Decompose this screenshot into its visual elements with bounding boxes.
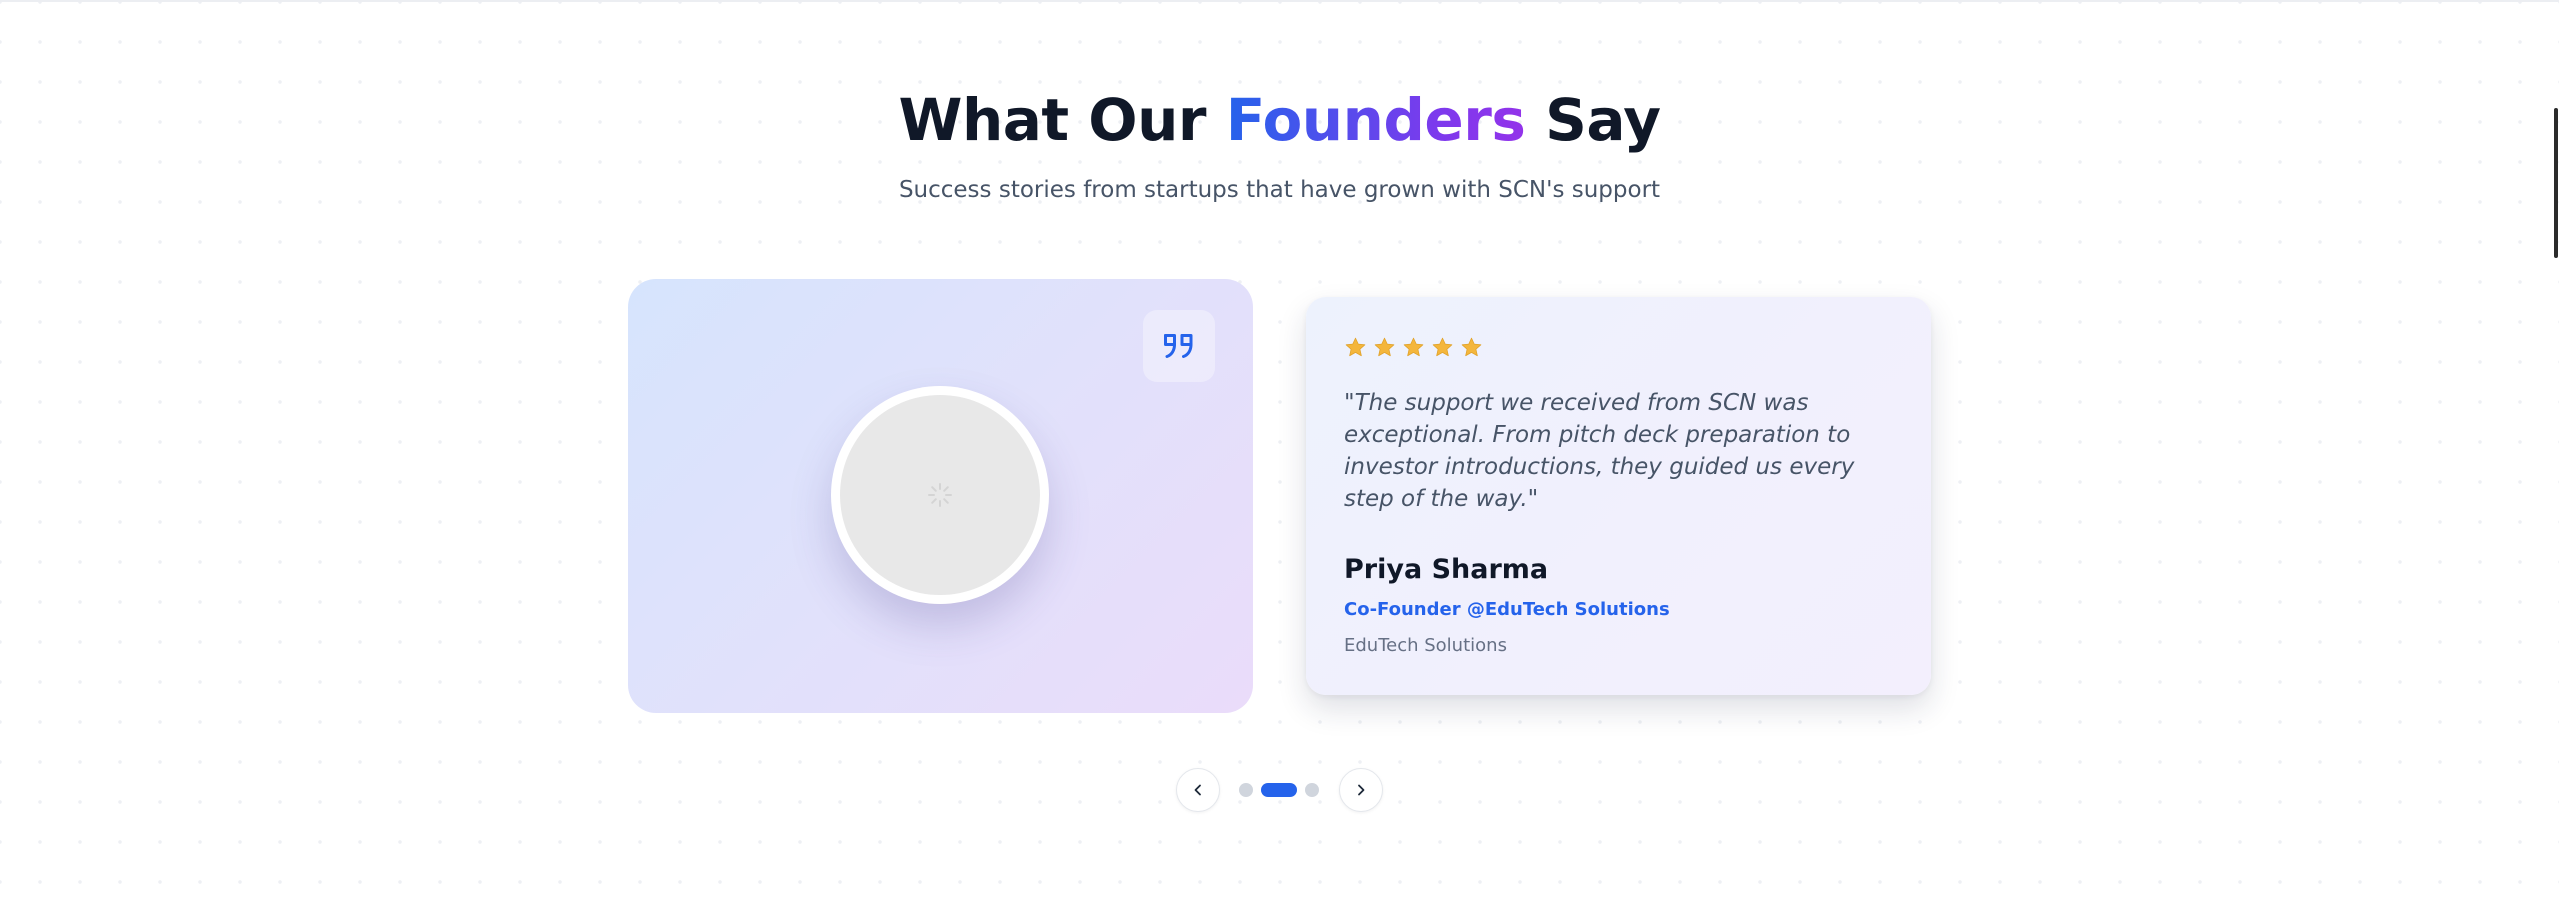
avatar-frame	[831, 386, 1049, 604]
star-icon	[1345, 337, 1366, 357]
avatar	[840, 395, 1040, 595]
chevron-left-icon	[1194, 784, 1201, 796]
quote-badge	[1143, 310, 1215, 382]
section-subtitle: Success stories from startups that have …	[898, 177, 1661, 203]
heading-highlight: Founders	[1225, 86, 1526, 154]
founder-company: EduTech Solutions	[1344, 635, 1507, 656]
carousel-controls	[1176, 768, 1384, 812]
carousel-dot-1[interactable]	[1239, 783, 1253, 797]
next-button[interactable]	[1339, 768, 1383, 812]
star-icon	[1403, 337, 1424, 357]
heading-text-end: Say	[1525, 86, 1661, 154]
star-icon	[1432, 337, 1453, 357]
star-icon	[1461, 337, 1482, 357]
testimonials-section: What Our Founders Say Success stories fr…	[0, 0, 2559, 899]
founder-photo-card	[628, 279, 1253, 713]
carousel-dot-3[interactable]	[1305, 783, 1319, 797]
previous-button[interactable]	[1176, 768, 1220, 812]
star-rating	[1344, 336, 1483, 360]
founder-role: Co-Founder @EduTech Solutions	[1344, 599, 1670, 620]
testimonial-quote: "The support we received from SCN was ex…	[1344, 390, 1855, 512]
star-icon	[1374, 337, 1395, 357]
testimonial-card: "The support we received from SCN was ex…	[1306, 297, 1931, 695]
chevron-right-icon	[1358, 784, 1365, 796]
carousel-dot-2-active[interactable]	[1261, 783, 1297, 797]
loading-spinner-icon	[928, 483, 952, 507]
quote-icon	[1164, 334, 1193, 358]
heading-text-start: What Our	[898, 86, 1226, 154]
founder-name: Priya Sharma	[1344, 554, 1549, 585]
section-heading: What Our Founders Say	[0, 82, 2559, 158]
